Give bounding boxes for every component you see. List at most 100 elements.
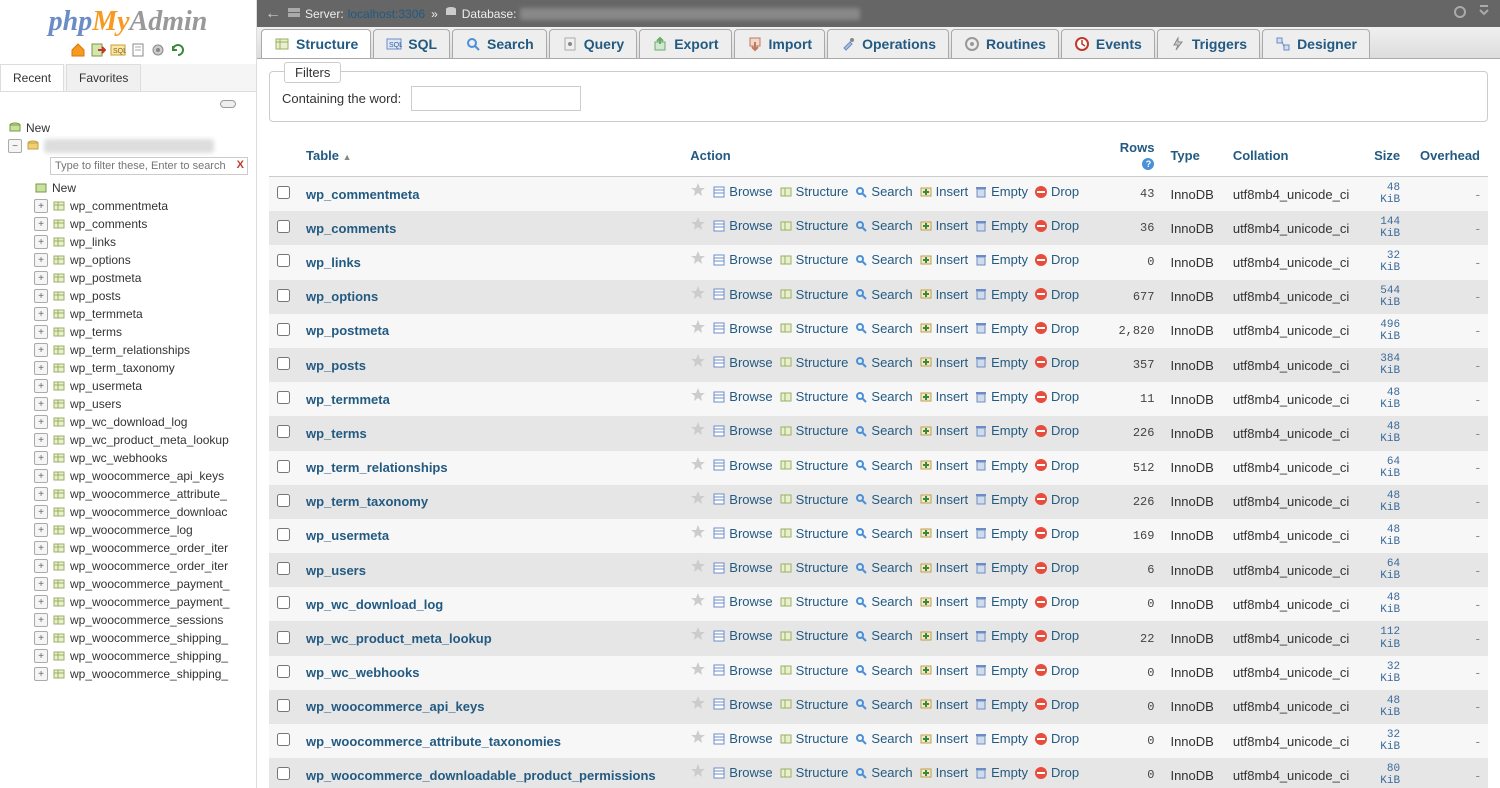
- structure-action[interactable]: Structure: [779, 663, 849, 678]
- drop-action[interactable]: Drop: [1034, 252, 1079, 267]
- tab-export[interactable]: Export: [639, 29, 731, 58]
- table-name-link[interactable]: wp_posts: [306, 358, 366, 373]
- tree-table-item[interactable]: +wp_term_taxonomy: [0, 359, 256, 377]
- expand-icon[interactable]: +: [34, 631, 48, 645]
- table-name-link[interactable]: wp_users: [306, 563, 366, 578]
- structure-action[interactable]: Structure: [779, 526, 849, 541]
- browse-action[interactable]: Browse: [712, 218, 772, 233]
- info-icon[interactable]: ?: [1142, 158, 1154, 170]
- insert-action[interactable]: Insert: [919, 628, 969, 643]
- tree-new-table[interactable]: New: [0, 179, 256, 197]
- search-action[interactable]: Search: [854, 560, 912, 575]
- browse-action[interactable]: Browse: [712, 389, 772, 404]
- row-checkbox[interactable]: [277, 425, 290, 438]
- expand-icon[interactable]: +: [34, 217, 48, 231]
- tree-table-item[interactable]: +wp_terms: [0, 323, 256, 341]
- row-checkbox[interactable]: [277, 220, 290, 233]
- favorite-star-icon[interactable]: [690, 729, 706, 748]
- tree-table-item[interactable]: +wp_woocommerce_shipping_: [0, 665, 256, 683]
- tree-table-item[interactable]: +wp_term_relationships: [0, 341, 256, 359]
- tab-triggers[interactable]: Triggers: [1157, 29, 1260, 58]
- tree-table-item[interactable]: +wp_woocommerce_api_keys: [0, 467, 256, 485]
- empty-action[interactable]: Empty: [974, 287, 1028, 302]
- tree-table-item[interactable]: +wp_postmeta: [0, 269, 256, 287]
- browse-action[interactable]: Browse: [712, 423, 772, 438]
- drop-action[interactable]: Drop: [1034, 184, 1079, 199]
- table-name-link[interactable]: wp_comments: [306, 221, 396, 236]
- structure-action[interactable]: Structure: [779, 218, 849, 233]
- structure-action[interactable]: Structure: [779, 321, 849, 336]
- tree-table-item[interactable]: +wp_woocommerce_sessions: [0, 611, 256, 629]
- row-checkbox[interactable]: [277, 186, 290, 199]
- browse-action[interactable]: Browse: [712, 697, 772, 712]
- tree-new-root[interactable]: New: [0, 119, 256, 137]
- row-checkbox[interactable]: [277, 631, 290, 644]
- empty-action[interactable]: Empty: [974, 560, 1028, 575]
- expand-icon[interactable]: +: [34, 397, 48, 411]
- drop-action[interactable]: Drop: [1034, 458, 1079, 473]
- table-name-link[interactable]: wp_links: [306, 255, 361, 270]
- search-action[interactable]: Search: [854, 423, 912, 438]
- table-name-link[interactable]: wp_options: [306, 289, 378, 304]
- browse-action[interactable]: Browse: [712, 355, 772, 370]
- filters-input[interactable]: [411, 86, 581, 111]
- favorite-star-icon[interactable]: [690, 216, 706, 235]
- back-icon[interactable]: ←: [265, 5, 281, 23]
- empty-action[interactable]: Empty: [974, 765, 1028, 780]
- row-checkbox[interactable]: [277, 767, 290, 780]
- search-action[interactable]: Search: [854, 663, 912, 678]
- expand-icon[interactable]: +: [34, 469, 48, 483]
- favorite-star-icon[interactable]: [690, 353, 706, 372]
- drop-action[interactable]: Drop: [1034, 594, 1079, 609]
- drop-action[interactable]: Drop: [1034, 560, 1079, 575]
- empty-action[interactable]: Empty: [974, 492, 1028, 507]
- search-action[interactable]: Search: [854, 252, 912, 267]
- drop-action[interactable]: Drop: [1034, 492, 1079, 507]
- browse-action[interactable]: Browse: [712, 765, 772, 780]
- tree-table-item[interactable]: +wp_wc_download_log: [0, 413, 256, 431]
- structure-action[interactable]: Structure: [779, 492, 849, 507]
- browse-action[interactable]: Browse: [712, 287, 772, 302]
- favorite-star-icon[interactable]: [690, 661, 706, 680]
- favorite-star-icon[interactable]: [690, 250, 706, 269]
- tree-table-item[interactable]: +wp_termmeta: [0, 305, 256, 323]
- tab-query[interactable]: Query: [549, 29, 637, 58]
- col-table[interactable]: Table ▲: [298, 134, 682, 177]
- tab-structure[interactable]: Structure: [261, 29, 371, 58]
- home-icon[interactable]: [70, 42, 86, 58]
- col-overhead[interactable]: Overhead: [1408, 134, 1488, 177]
- browse-action[interactable]: Browse: [712, 492, 772, 507]
- row-checkbox[interactable]: [277, 596, 290, 609]
- tab-operations[interactable]: Operations: [827, 29, 949, 58]
- browse-action[interactable]: Browse: [712, 663, 772, 678]
- gear-icon[interactable]: [1452, 4, 1468, 23]
- tree-table-item[interactable]: +wp_woocommerce_order_iter: [0, 557, 256, 575]
- insert-action[interactable]: Insert: [919, 218, 969, 233]
- expand-icon[interactable]: +: [34, 307, 48, 321]
- tab-search[interactable]: Search: [452, 29, 547, 58]
- row-checkbox[interactable]: [277, 460, 290, 473]
- tree-filter-clear-icon[interactable]: X: [237, 159, 244, 171]
- row-checkbox[interactable]: [277, 289, 290, 302]
- tab-sql[interactable]: SQLSQL: [373, 29, 450, 58]
- expand-icon[interactable]: +: [34, 505, 48, 519]
- empty-action[interactable]: Empty: [974, 526, 1028, 541]
- docs-icon[interactable]: [130, 42, 146, 58]
- empty-action[interactable]: Empty: [974, 663, 1028, 678]
- tree-table-item[interactable]: +wp_woocommerce_log: [0, 521, 256, 539]
- empty-action[interactable]: Empty: [974, 594, 1028, 609]
- row-checkbox[interactable]: [277, 254, 290, 267]
- favorite-star-icon[interactable]: [690, 285, 706, 304]
- tree-table-item[interactable]: +wp_woocommerce_payment_: [0, 575, 256, 593]
- tree-table-item[interactable]: +wp_woocommerce_attribute_: [0, 485, 256, 503]
- expand-icon[interactable]: +: [34, 613, 48, 627]
- table-name-link[interactable]: wp_usermeta: [306, 528, 389, 543]
- favorite-star-icon[interactable]: [690, 626, 706, 645]
- col-type[interactable]: Type: [1162, 134, 1224, 177]
- tab-designer[interactable]: Designer: [1262, 29, 1370, 58]
- structure-action[interactable]: Structure: [779, 765, 849, 780]
- insert-action[interactable]: Insert: [919, 252, 969, 267]
- reload-icon[interactable]: [170, 42, 186, 58]
- expand-icon[interactable]: +: [34, 523, 48, 537]
- empty-action[interactable]: Empty: [974, 389, 1028, 404]
